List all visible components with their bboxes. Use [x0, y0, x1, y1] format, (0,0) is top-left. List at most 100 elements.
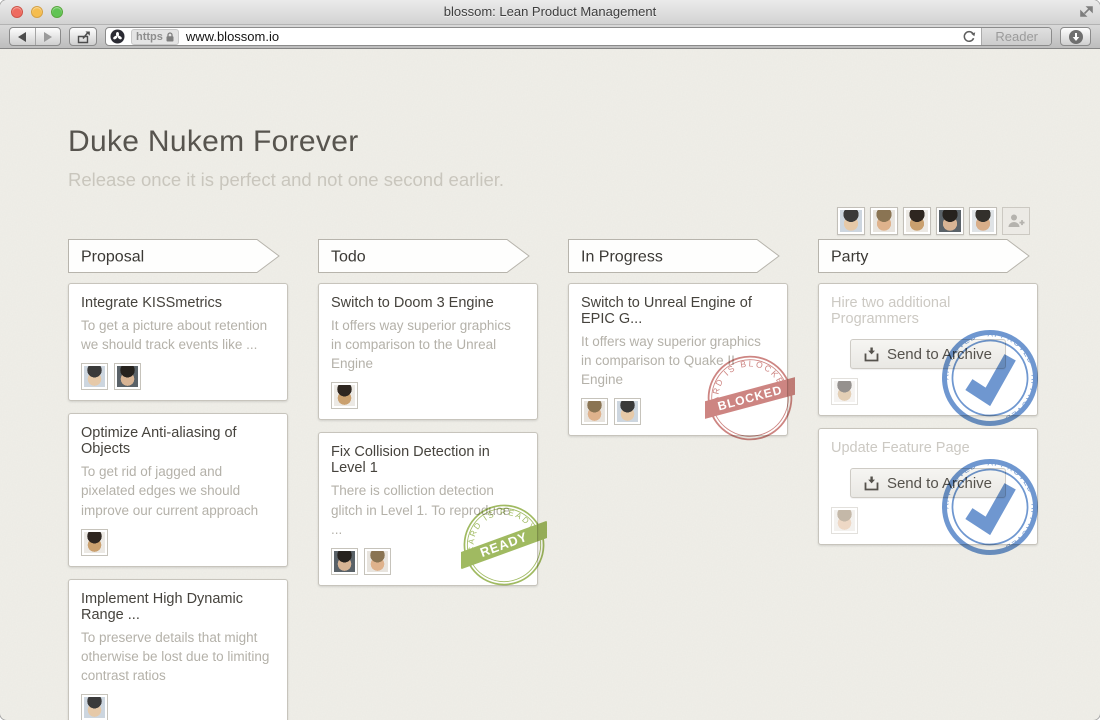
assignee-avatar[interactable] — [831, 378, 858, 405]
column-header[interactable]: In Progress — [568, 239, 780, 273]
card-description: To preserve details that might otherwise… — [81, 628, 275, 685]
card-description: To get rid of jagged and pixelated edges… — [81, 462, 275, 519]
column-title: Proposal — [81, 249, 144, 266]
team-avatar[interactable] — [969, 207, 997, 235]
assignee-avatar[interactable] — [81, 694, 108, 720]
card-description: To get a picture about retention we shou… — [81, 316, 275, 354]
card-assignees — [81, 529, 275, 556]
assignee-avatar[interactable] — [364, 548, 391, 575]
card[interactable]: Switch to Doom 3 EngineIt offers way sup… — [318, 283, 538, 420]
column-header[interactable]: Todo — [318, 239, 530, 273]
card-assignees — [831, 507, 1025, 534]
card-description: It offers way superior graphics in compa… — [581, 332, 775, 389]
kanban-board: Proposal Integrate KISSmetricsTo get a pi… — [68, 239, 1100, 720]
back-arrow-icon — [18, 32, 26, 42]
back-button[interactable] — [10, 28, 36, 45]
team-avatar[interactable] — [837, 207, 865, 235]
send-to-archive-button[interactable]: Send to Archive — [850, 339, 1006, 369]
traffic-lights — [11, 6, 63, 18]
fullscreen-icon[interactable] — [1080, 5, 1093, 23]
team-avatar[interactable] — [903, 207, 931, 235]
archive-button-row: Send to Archive — [831, 468, 1025, 498]
zoom-button[interactable] — [51, 6, 63, 18]
card[interactable]: Hire two additional Programmers Send to A… — [818, 283, 1038, 416]
card-title: Implement High Dynamic Range ... — [81, 591, 275, 623]
downloads-button[interactable] — [1060, 27, 1091, 46]
board-column-proposal: Proposal Integrate KISSmetricsTo get a pi… — [68, 239, 288, 720]
card-assignees — [831, 378, 1025, 405]
assignee-avatar[interactable] — [114, 363, 141, 390]
archive-icon — [864, 347, 879, 362]
avatar-photo — [617, 401, 638, 422]
add-member-button[interactable] — [1002, 207, 1030, 235]
card-title: Fix Collision Detection in Level 1 — [331, 444, 525, 476]
card-title: Switch to Doom 3 Engine — [331, 295, 525, 311]
close-button[interactable] — [11, 6, 23, 18]
archive-button-label: Send to Archive — [887, 475, 992, 492]
column-header[interactable]: Party — [818, 239, 1030, 273]
card-assignees — [581, 398, 775, 425]
avatar-photo — [84, 532, 105, 553]
avatar-photo — [84, 697, 105, 718]
lock-icon — [166, 32, 174, 42]
assignee-avatar[interactable] — [581, 398, 608, 425]
board-column-todo: Todo Switch to Doom 3 EngineIt offers way… — [318, 239, 538, 586]
card-assignees — [81, 363, 275, 390]
card-title: Update Feature Page — [831, 440, 1025, 456]
column-title: Todo — [331, 249, 366, 266]
avatar-photo — [834, 510, 855, 531]
avatar-photo — [840, 210, 862, 232]
card-assignees — [331, 382, 525, 409]
card-assignees — [331, 548, 525, 575]
avatar-photo — [873, 210, 895, 232]
avatar-photo — [334, 385, 355, 406]
window-title: blossom: Lean Product Management — [0, 0, 1100, 24]
avatar-photo — [939, 210, 961, 232]
team-avatar[interactable] — [936, 207, 964, 235]
avatar-photo — [117, 366, 138, 387]
assignee-avatar[interactable] — [614, 398, 641, 425]
team-avatar[interactable] — [870, 207, 898, 235]
column-title: Party — [831, 249, 868, 266]
add-person-icon — [1007, 213, 1025, 229]
blossom-favicon-icon — [110, 29, 125, 44]
card[interactable]: Implement High Dynamic Range ... To prese… — [68, 579, 288, 720]
forward-button[interactable] — [36, 28, 61, 45]
card[interactable]: Fix Collision Detection in Level 1There … — [318, 432, 538, 585]
reader-button[interactable]: Reader — [981, 28, 1051, 45]
assignee-avatar[interactable] — [831, 507, 858, 534]
download-icon — [1068, 29, 1084, 45]
send-to-archive-button[interactable]: Send to Archive — [850, 468, 1006, 498]
board-column-in-progress: In Progress Switch to Unreal Engine of EP… — [568, 239, 788, 436]
archive-icon — [864, 476, 879, 491]
https-badge: https — [131, 29, 179, 45]
avatar-photo — [906, 210, 928, 232]
card[interactable]: Optimize Anti-aliasing of ObjectsTo get … — [68, 413, 288, 566]
share-button[interactable] — [69, 27, 97, 46]
card-assignees — [81, 694, 275, 720]
url-text: www.blossom.io — [186, 29, 279, 44]
archive-button-label: Send to Archive — [887, 346, 992, 363]
assignee-avatar[interactable] — [81, 529, 108, 556]
assignee-avatar[interactable] — [331, 382, 358, 409]
assignee-avatar[interactable] — [81, 363, 108, 390]
card-title: Hire two additional Programmers — [831, 295, 1025, 327]
project-subtitle: Release once it is perfect and not one s… — [68, 169, 1100, 191]
card[interactable]: Switch to Unreal Engine of EPIC G... It o… — [568, 283, 788, 436]
minimize-button[interactable] — [31, 6, 43, 18]
card[interactable]: Integrate KISSmetricsTo get a picture ab… — [68, 283, 288, 401]
address-bar[interactable]: https www.blossom.io Reader — [105, 27, 1052, 46]
card-title: Switch to Unreal Engine of EPIC G... — [581, 295, 775, 327]
avatar-photo — [834, 381, 855, 402]
avatar-photo — [584, 401, 605, 422]
nav-buttons — [9, 27, 61, 46]
page-content: Duke Nukem Forever Release once it is pe… — [0, 49, 1100, 720]
avatar-photo — [367, 551, 388, 572]
reload-button[interactable] — [962, 30, 976, 44]
avatar-photo — [972, 210, 994, 232]
board-column-party: Party Hire two additional Programmers Send… — [818, 239, 1038, 545]
assignee-avatar[interactable] — [331, 548, 358, 575]
card[interactable]: Update Feature PageSend to Archive· APPR… — [818, 428, 1038, 545]
column-header[interactable]: Proposal — [68, 239, 280, 273]
browser-window: blossom: Lean Product Management — [0, 0, 1100, 720]
